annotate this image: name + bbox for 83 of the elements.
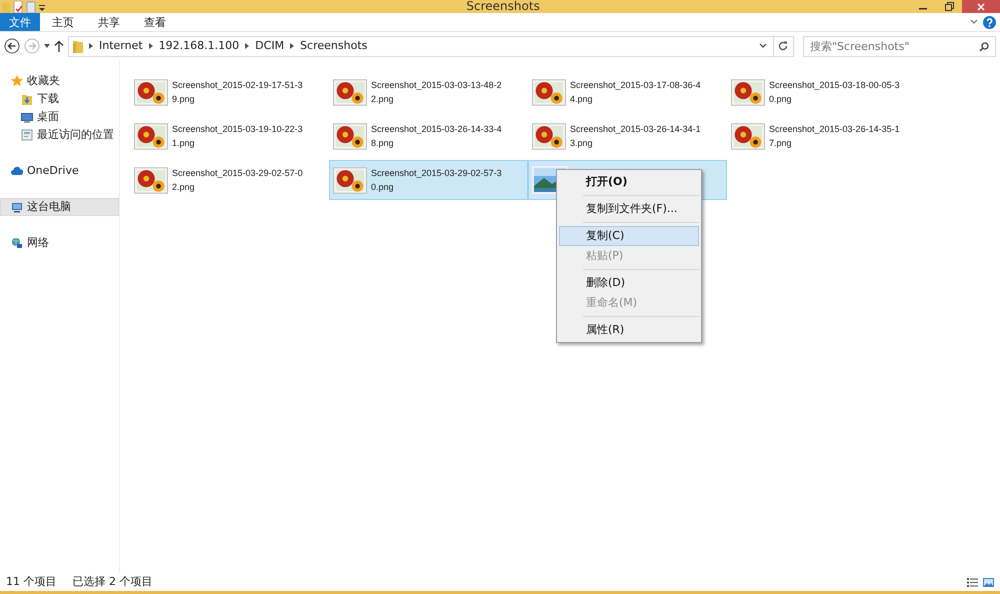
file-name: Screenshot_2015-03-03-13-48-2 2.png (371, 79, 502, 106)
cloud-icon (11, 165, 23, 177)
minimize-icon (919, 8, 927, 10)
file-name: Screenshot_2015-03-26-14-33-4 8.png (371, 123, 502, 150)
file-name: Screenshot_2015-03-29-02-57-0 2.png (172, 167, 303, 194)
file-item[interactable]: Screenshot_2015-03-03-13-48-2 2.png (329, 72, 528, 112)
star-icon (11, 75, 23, 87)
restore-icon (944, 2, 954, 11)
ribbon-tab[interactable]: 查看 (132, 13, 178, 31)
sidebar-item[interactable]: 收藏夹 (0, 72, 119, 90)
network-icon (11, 237, 23, 249)
sidebar-item[interactable]: OneDrive (0, 162, 119, 180)
recent-places-icon (21, 129, 33, 141)
flower-image-icon (532, 122, 566, 150)
chevron-icon (290, 43, 294, 49)
file-name: Screenshot_2015-03-29-02-57-3 0.png (371, 167, 502, 194)
monitor-icon (21, 111, 33, 123)
menu-item[interactable]: 属性(R) (559, 320, 699, 340)
sidebar-item[interactable]: 桌面 (0, 108, 119, 126)
search-field[interactable]: 搜索"Screenshots" (803, 36, 996, 56)
sidebar-item[interactable]: 下载 (0, 90, 119, 108)
folder-icon (73, 39, 83, 53)
file-name: Screenshot_2015-03-19-10-22-3 1.png (172, 123, 303, 150)
expand-ribbon-icon[interactable] (970, 19, 978, 25)
menu-item[interactable]: 复制(C) (559, 226, 699, 246)
breadcrumb-link[interactable]: DCIM (255, 38, 284, 54)
file-item[interactable]: Screenshot_2015-03-29-02-57-0 2.png (130, 160, 329, 200)
file-item[interactable]: Screenshot_2015-03-19-10-22-3 1.png (130, 116, 329, 156)
flower-image-icon (731, 122, 765, 150)
menu-item[interactable]: 打开(O) (559, 172, 699, 192)
flower-image-icon (134, 78, 168, 106)
breadcrumb-link[interactable]: Screenshots (300, 38, 368, 54)
file-name: Screenshot_2015-03-26-14-34-1 3.png (570, 123, 701, 150)
properties-icon[interactable] (12, 0, 23, 12)
file-item[interactable]: Screenshot_2015-02-19-17-51-3 9.png (130, 72, 329, 112)
file-item[interactable]: Screenshot_2015-03-29-02-57-3 0.png (329, 160, 528, 200)
file-item[interactable]: Screenshot_2015-03-26-14-33-4 8.png (329, 116, 528, 156)
flower-image-icon (532, 78, 566, 106)
flower-image-icon (134, 122, 168, 150)
file-menu-tab[interactable]: 文件 (0, 13, 40, 31)
breadcrumb-link[interactable]: Internet (99, 38, 143, 54)
chevron-icon (245, 43, 250, 49)
flower-image-icon (134, 166, 168, 194)
recent-locations-icon[interactable] (44, 44, 50, 48)
close-button[interactable] (962, 0, 1000, 13)
sidebar-item[interactable]: 最近访问的位置 (0, 126, 119, 144)
back-icon[interactable] (4, 38, 20, 54)
refresh-icon[interactable] (778, 41, 788, 51)
chevron-icon (148, 43, 153, 49)
flower-image-icon (333, 166, 367, 194)
file-item[interactable]: Screenshot_2015-03-18-00-05-3 0.png (727, 72, 926, 112)
sidebar-item[interactable]: 网络 (0, 234, 119, 252)
ribbon-tab[interactable]: 共享 (86, 13, 132, 31)
flower-image-icon (731, 78, 765, 106)
file-item[interactable]: Screenshot_2015-03-26-14-35-1 7.png (727, 116, 926, 156)
large-icons-view-icon[interactable] (983, 578, 994, 586)
download-folder-icon (21, 93, 33, 105)
item-count: 11 个项目 (6, 574, 56, 590)
search-icon[interactable] (979, 42, 989, 52)
history-dropdown-icon[interactable] (758, 43, 766, 49)
close-icon (977, 2, 985, 10)
window-title: Screenshots (466, 0, 540, 13)
flower-image-icon (333, 78, 367, 106)
menu-item[interactable]: 复制到文件夹(F)... (559, 199, 699, 219)
file-name: Screenshot_2015-02-19-17-51-3 9.png (172, 79, 303, 106)
address-bar[interactable]: Internet 192.168.1.100 DCIM Screenshots (68, 36, 794, 56)
menu-item[interactable]: 删除(D) (559, 273, 699, 293)
file-name: Screenshot_2015-03-18-00-05-3 0.png (769, 79, 900, 106)
help-icon[interactable] (983, 16, 996, 28)
chevron-icon (89, 43, 93, 49)
file-item[interactable]: Screenshot_2015-03-17-08-36-4 4.png (528, 72, 727, 112)
breadcrumb-link[interactable]: 192.168.1.100 (158, 38, 240, 54)
details-view-icon[interactable] (966, 578, 978, 586)
file-name: Screenshot_2015-03-26-14-35-1 7.png (769, 123, 900, 150)
up-icon[interactable] (54, 40, 64, 52)
selection-count: 已选择 2 个项目 (72, 574, 152, 590)
folder-icon (2, 0, 10, 12)
ribbon-tab[interactable]: 主页 (40, 13, 86, 31)
file-item[interactable]: Screenshot_2015-03-26-14-34-1 3.png (528, 116, 727, 156)
computer-icon (11, 201, 23, 213)
file-name: Screenshot_2015-03-17-08-36-4 4.png (570, 79, 701, 106)
flower-image-icon (333, 122, 367, 150)
sidebar-item[interactable]: 这台电脑 (0, 198, 119, 216)
